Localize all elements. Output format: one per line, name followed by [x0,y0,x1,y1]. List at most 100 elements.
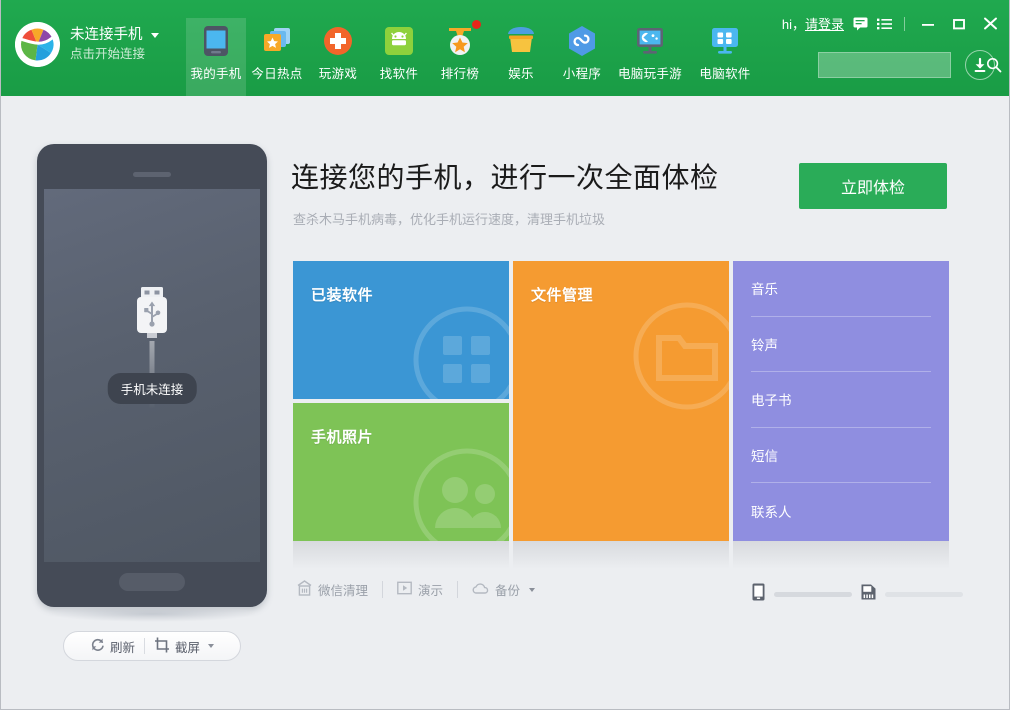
refresh-icon [90,637,105,655]
storage-indicators [752,583,963,606]
connection-status-tooltip: 手机未连接 [108,373,197,404]
refresh-button[interactable]: 刷新 [81,637,144,656]
login-link[interactable]: hi，请登录 [782,14,844,33]
divider [457,581,458,598]
list-item-sms[interactable]: 短信 [751,428,931,484]
phone-screen: 手机未连接 [44,189,260,562]
tile-phone-photos[interactable]: 手机照片 [293,403,509,541]
minimize-icon[interactable] [917,15,939,33]
tab-today-hot[interactable]: 今日热点 [247,18,307,96]
phone-action-bar: 刷新 截屏 [63,631,241,661]
tab-mini-program[interactable]: 小程序 [552,18,612,96]
tab-pc-mobile-games[interactable]: 电脑玩手游 [613,18,687,96]
play-box-icon [397,581,412,598]
trash-clean-icon [297,580,312,599]
tiles-bottom-fade [293,541,949,573]
list-item-music[interactable]: 音乐 [751,261,931,317]
medal-star-icon [443,24,477,58]
brand-connect-status[interactable]: 未连接手机 点击开始连接 [15,22,159,67]
list-item-contacts[interactable]: 联系人 [751,483,931,539]
usb-connector-icon [132,287,172,348]
feature-tiles: 已装软件 文件管理 [293,261,949,541]
download-icon[interactable] [965,50,995,80]
tab-label: 小程序 [563,63,601,82]
search-box[interactable] [818,52,951,78]
tab-label: 找软件 [380,63,418,82]
tab-label: 电脑软件 [699,63,750,82]
phone-storage-icon [752,583,765,606]
phone-icon [199,24,233,58]
android-icon [382,24,416,58]
notification-badge [472,20,481,29]
page-title: 连接您的手机，进行一次全面体检 [291,156,719,196]
backup-button[interactable]: 备份 [472,580,549,599]
tab-entertainment[interactable]: 娱乐 [491,18,551,96]
cloud-icon [472,582,489,598]
mini-program-icon [565,24,599,58]
phone-preview-panel: 手机未连接 刷新 [37,144,267,607]
main-content: 手机未连接 刷新 [1,96,1009,708]
crop-screenshot-icon [154,637,170,656]
list-menu-icon[interactable] [877,18,892,30]
pc-software-icon [708,24,742,58]
bottom-item-label: 演示 [418,580,443,599]
brand-subtitle: 点击开始连接 [70,47,159,63]
list-item-ebooks[interactable]: 电子书 [751,372,931,428]
tab-play-games[interactable]: 玩游戏 [308,18,368,96]
tile-label: 文件管理 [531,284,593,305]
phone-home-button [119,573,185,591]
basket-icon [504,24,538,58]
tile-installed-apps[interactable]: 已装软件 [293,261,509,399]
sdcard-storage-bar[interactable] [885,592,963,597]
login-label[interactable]: 请登录 [805,17,844,32]
tab-label: 今日热点 [251,63,302,82]
divider [904,17,905,31]
app-header: 未连接手机 点击开始连接 我的手机 [1,0,1010,96]
list-item-ringtones[interactable]: 铃声 [751,317,931,373]
start-checkup-button[interactable]: 立即体检 [799,163,947,209]
tab-my-phone[interactable]: 我的手机 [186,18,246,96]
tile-label: 手机照片 [311,426,373,447]
tab-ranking[interactable]: 排行榜 [430,18,490,96]
close-icon[interactable] [979,15,1001,33]
brand-title: 未连接手机 [70,26,143,44]
chevron-down-icon[interactable] [151,33,159,38]
divider [382,581,383,598]
pc-game-icon [633,24,667,58]
message-icon[interactable] [853,17,868,31]
refresh-label: 刷新 [110,637,135,656]
sdcard-storage-icon [861,584,876,605]
page-subtitle: 查杀木马手机病毒，优化手机运行速度，清理手机垃圾 [293,209,605,228]
phone-illustration: 手机未连接 [37,144,267,607]
tab-label: 娱乐 [508,63,534,82]
tab-label: 我的手机 [190,63,241,82]
app-window: 未连接手机 点击开始连接 我的手机 [0,0,1010,710]
phone-storage-bar[interactable] [774,592,852,597]
phone-speaker [133,172,171,177]
maximize-icon[interactable] [948,15,970,33]
screenshot-label: 截屏 [175,637,200,656]
tab-label: 排行榜 [441,63,479,82]
tile-media-list: 音乐 铃声 电子书 短信 联系人 [733,261,949,541]
people-icon [407,442,509,541]
phone-shadow [47,606,257,622]
bottom-item-label: 微信清理 [318,580,368,599]
greeting-text: hi， [782,17,805,32]
tab-find-apps[interactable]: 找软件 [369,18,429,96]
tab-pc-software[interactable]: 电脑软件 [688,18,762,96]
app-logo-icon [15,22,60,67]
tile-file-manager[interactable]: 文件管理 [513,261,729,541]
chevron-down-icon[interactable] [529,588,535,592]
header-right-controls: hi，请登录 [782,14,1001,33]
wechat-clean-button[interactable]: 微信清理 [297,580,382,599]
main-navigation: 我的手机 今日热点 [186,18,763,96]
search-input[interactable] [819,58,986,72]
demo-button[interactable]: 演示 [397,580,457,599]
screenshot-button[interactable]: 截屏 [145,637,223,656]
star-cards-icon [260,24,294,58]
bottom-toolbar: 微信清理 演示 备份 [297,580,549,599]
apps-grid-icon [407,300,509,399]
chevron-down-icon[interactable] [208,644,214,648]
tab-label: 电脑玩手游 [618,63,682,82]
folder-icon [627,296,729,421]
